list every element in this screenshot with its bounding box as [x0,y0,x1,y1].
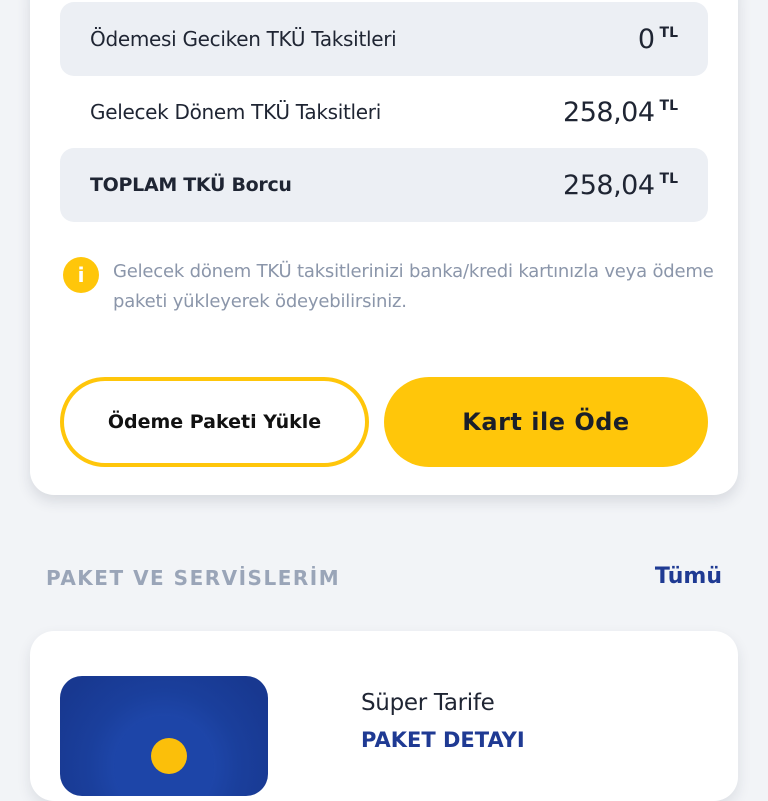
package-image [60,676,268,796]
total-amount-currency: TL [659,170,678,187]
future-installments-amount: 258,04 TL [563,97,678,128]
services-section-title: PAKET VE SERVİSLERİM [46,566,341,590]
total-debt-row: TOPLAM TKÜ Borcu 258,04 TL [60,148,708,222]
future-installments-label: Gelecek Dönem TKÜ Taksitleri [90,100,381,124]
future-amount-currency: TL [659,97,678,114]
turkcell-logo-icon [151,738,187,774]
overdue-amount-currency: TL [659,24,678,41]
total-debt-label: TOPLAM TKÜ Borcu [90,174,292,196]
total-amount-value: 258,04 [563,169,655,201]
overdue-amount-value: 0 [637,23,655,55]
overdue-installments-row: Ödemesi Geciken TKÜ Taksitleri 0 TL [60,2,708,76]
load-payment-package-button[interactable]: Ödeme Paketi Yükle [60,377,369,467]
info-text: Gelecek dönem TKÜ taksitlerinizi banka/k… [113,261,714,312]
total-debt-amount: 258,04 TL [563,170,678,201]
overdue-installments-label: Ödemesi Geciken TKÜ Taksitleri [90,27,397,51]
info-icon: i [63,257,99,293]
future-amount-value: 258,04 [563,96,655,128]
package-detail-link[interactable]: PAKET DETAYI [361,728,525,752]
future-installments-row: Gelecek Dönem TKÜ Taksitleri 258,04 TL [60,75,708,149]
see-all-link[interactable]: Tümü [655,564,722,589]
package-name: Süper Tarife [361,690,495,716]
overdue-installments-amount: 0 TL [638,24,678,55]
info-note: i Gelecek dönem TKÜ taksitlerinizi banka… [63,257,723,317]
pay-by-card-button[interactable]: Kart ile Öde [384,377,708,467]
